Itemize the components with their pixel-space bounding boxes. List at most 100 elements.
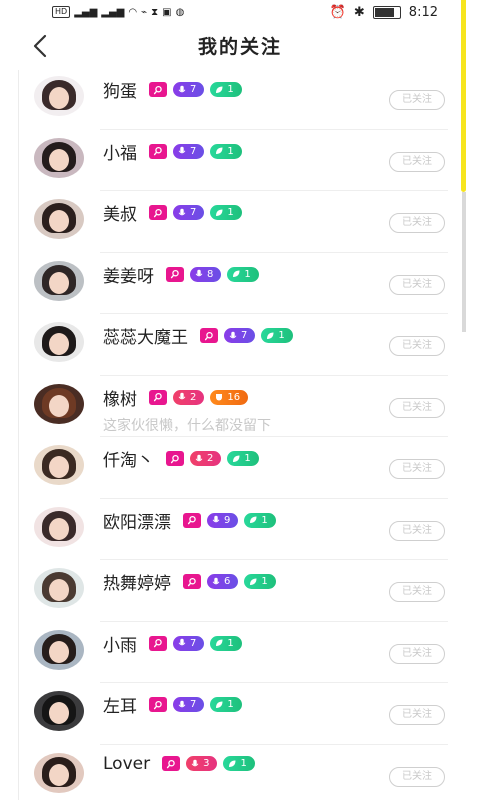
- avatar[interactable]: [34, 322, 84, 362]
- user-name[interactable]: 狗蛋: [103, 77, 137, 102]
- avatar[interactable]: [34, 76, 84, 116]
- status-bar: HD ▂▄▆ ▂▄▆ ◠ ⌁ ⧗ ▣ ◍ ⏰ ✱ 8:12: [0, 0, 480, 28]
- level-value: 1: [227, 205, 233, 220]
- mic-level: 7: [190, 82, 196, 97]
- wifi-icon: ◠: [128, 7, 137, 18]
- user-info: Lover31: [103, 754, 255, 774]
- user-name[interactable]: 美叔: [103, 200, 137, 225]
- level-value: 1: [227, 82, 233, 97]
- level-value: 1: [261, 513, 267, 528]
- avatar[interactable]: [34, 261, 84, 301]
- battery-level: [375, 8, 395, 17]
- level-value: 1: [261, 574, 267, 589]
- mic-level: 3: [203, 756, 209, 771]
- mic-icon: [211, 577, 221, 587]
- mic-level-badge: 7: [173, 697, 204, 712]
- leaf-icon: [248, 577, 258, 587]
- followed-button[interactable]: 已关注: [389, 213, 445, 233]
- user-name[interactable]: 小福: [103, 139, 137, 164]
- avatar-face: [49, 702, 69, 724]
- app-icon: ▣: [162, 7, 171, 18]
- followed-button[interactable]: 已关注: [389, 705, 445, 725]
- key-tag: [183, 513, 201, 528]
- key-tag: [200, 328, 218, 343]
- level-badge: 16: [210, 390, 248, 405]
- user-name[interactable]: 欧阳漂漂: [103, 508, 171, 533]
- avatar[interactable]: [34, 753, 84, 793]
- followed-button[interactable]: 已关注: [389, 336, 445, 356]
- list-item[interactable]: 仟淘丶21已关注: [0, 437, 480, 499]
- user-name[interactable]: 小雨: [103, 631, 137, 656]
- user-name[interactable]: 左耳: [103, 692, 137, 717]
- follow-list: 狗蛋71已关注小福71已关注美叔71已关注姜姜呀81已关注蕊蕊大魔王71已关注橡…: [0, 68, 480, 806]
- mic-icon: [177, 392, 187, 402]
- list-item[interactable]: 狗蛋 7 1 已关注: [0, 68, 480, 130]
- level-badge: 1: [210, 697, 241, 712]
- avatar-face: [49, 641, 69, 663]
- list-item[interactable]: Lover31已关注: [0, 745, 480, 806]
- list-item[interactable]: 蕊蕊大魔王71已关注: [0, 314, 480, 376]
- followed-button[interactable]: 已关注: [389, 275, 445, 295]
- level-value: 1: [227, 636, 233, 651]
- mic-level-badge: 8: [190, 267, 221, 282]
- avatar-face: [49, 272, 69, 294]
- user-name[interactable]: 橡树: [103, 385, 137, 410]
- user-name[interactable]: 仟淘丶: [103, 446, 154, 471]
- avatar[interactable]: [34, 691, 84, 731]
- mic-icon: [177, 638, 187, 648]
- followed-button[interactable]: 已关注: [389, 459, 445, 479]
- avatar-face: [49, 764, 69, 786]
- followed-button[interactable]: 已关注: [389, 644, 445, 664]
- signal-icon: ▂▄▆: [101, 7, 124, 18]
- leaf-icon: [248, 515, 258, 525]
- followed-button[interactable]: 已关注: [389, 767, 445, 787]
- avatar-face: [49, 395, 69, 417]
- user-name[interactable]: Lover: [103, 754, 150, 774]
- avatar[interactable]: [34, 384, 84, 424]
- avatar[interactable]: [34, 630, 84, 670]
- mic-level-badge: 2: [190, 451, 221, 466]
- level-badge: 1: [261, 328, 292, 343]
- user-name[interactable]: 蕊蕊大魔王: [103, 323, 188, 348]
- user-name[interactable]: 热舞婷婷: [103, 569, 171, 594]
- badge-icon: [214, 392, 224, 402]
- mic-icon: [177, 146, 187, 156]
- user-signature: 这家伙很懒，什么都没留下: [103, 415, 271, 435]
- avatar-face: [49, 518, 69, 540]
- avatar[interactable]: [34, 138, 84, 178]
- app-icon: ◍: [176, 7, 185, 18]
- user-info: 美叔 7 1: [103, 200, 242, 225]
- user-name[interactable]: 姜姜呀: [103, 262, 154, 287]
- mic-level-badge: 7: [173, 82, 204, 97]
- avatar-face: [49, 210, 69, 232]
- list-item[interactable]: 姜姜呀 81 已关注: [0, 253, 480, 315]
- level-badge: 1: [244, 574, 275, 589]
- key-tag: [149, 697, 167, 712]
- key-icon: [153, 638, 163, 648]
- list-item[interactable]: 美叔 7 1 已关注: [0, 191, 480, 253]
- mic-level-badge: 7: [173, 205, 204, 220]
- list-item[interactable]: 左耳 71 已关注: [0, 683, 480, 745]
- followed-button[interactable]: 已关注: [389, 521, 445, 541]
- avatar[interactable]: [34, 568, 84, 608]
- followed-button[interactable]: 已关注: [389, 582, 445, 602]
- bluetooth-icon: ✱: [354, 5, 365, 20]
- avatar[interactable]: [34, 199, 84, 239]
- status-left: HD ▂▄▆ ▂▄▆ ◠ ⌁ ⧗ ▣ ◍: [52, 6, 184, 18]
- list-item[interactable]: 欧阳漂漂91已关注: [0, 499, 480, 561]
- list-item[interactable]: 热舞婷婷61已关注: [0, 560, 480, 622]
- list-item[interactable]: 橡树216这家伙很懒，什么都没留下已关注: [0, 376, 480, 438]
- level-value: 16: [227, 390, 240, 405]
- list-item[interactable]: 小福71已关注: [0, 130, 480, 192]
- followed-button[interactable]: 已关注: [389, 152, 445, 172]
- mic-icon: [190, 759, 200, 769]
- level-badge: 1: [227, 267, 258, 282]
- avatar[interactable]: [34, 445, 84, 485]
- list-item[interactable]: 小雨71已关注: [0, 622, 480, 684]
- followed-button[interactable]: 已关注: [389, 398, 445, 418]
- followed-button[interactable]: 已关注: [389, 90, 445, 110]
- key-icon: [166, 759, 176, 769]
- key-tag: [149, 390, 167, 405]
- avatar[interactable]: [34, 507, 84, 547]
- mic-icon: [177, 700, 187, 710]
